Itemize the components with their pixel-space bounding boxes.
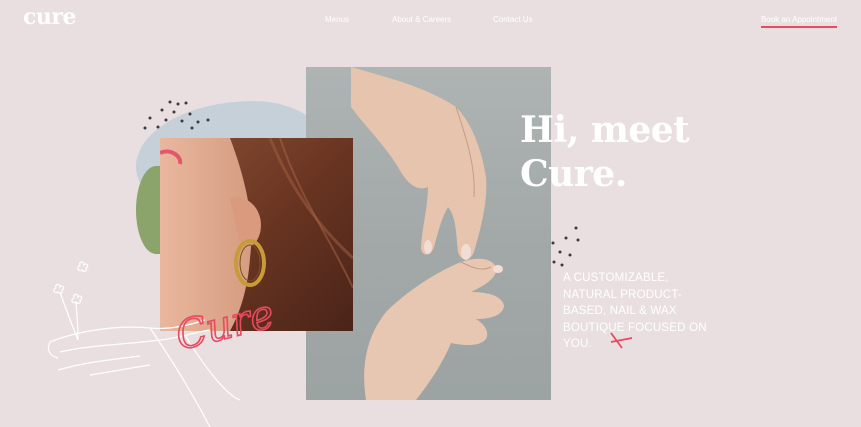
dots-decoration [551,226,580,267]
flower-line-drawing [53,261,89,341]
hero-title-line1: Hi, meet [520,109,690,151]
hero-subtitle: A CUSTOMIZABLE, NATURAL PRODUCT-BASED, N… [563,272,707,350]
hero-title-line2: Cure. [520,153,627,195]
cure-signature: Cure [171,291,278,360]
dots-decoration [143,100,210,130]
hero-title: Hi, meet Cure. [520,108,780,196]
decorations-overlay: Cure [47,100,633,427]
